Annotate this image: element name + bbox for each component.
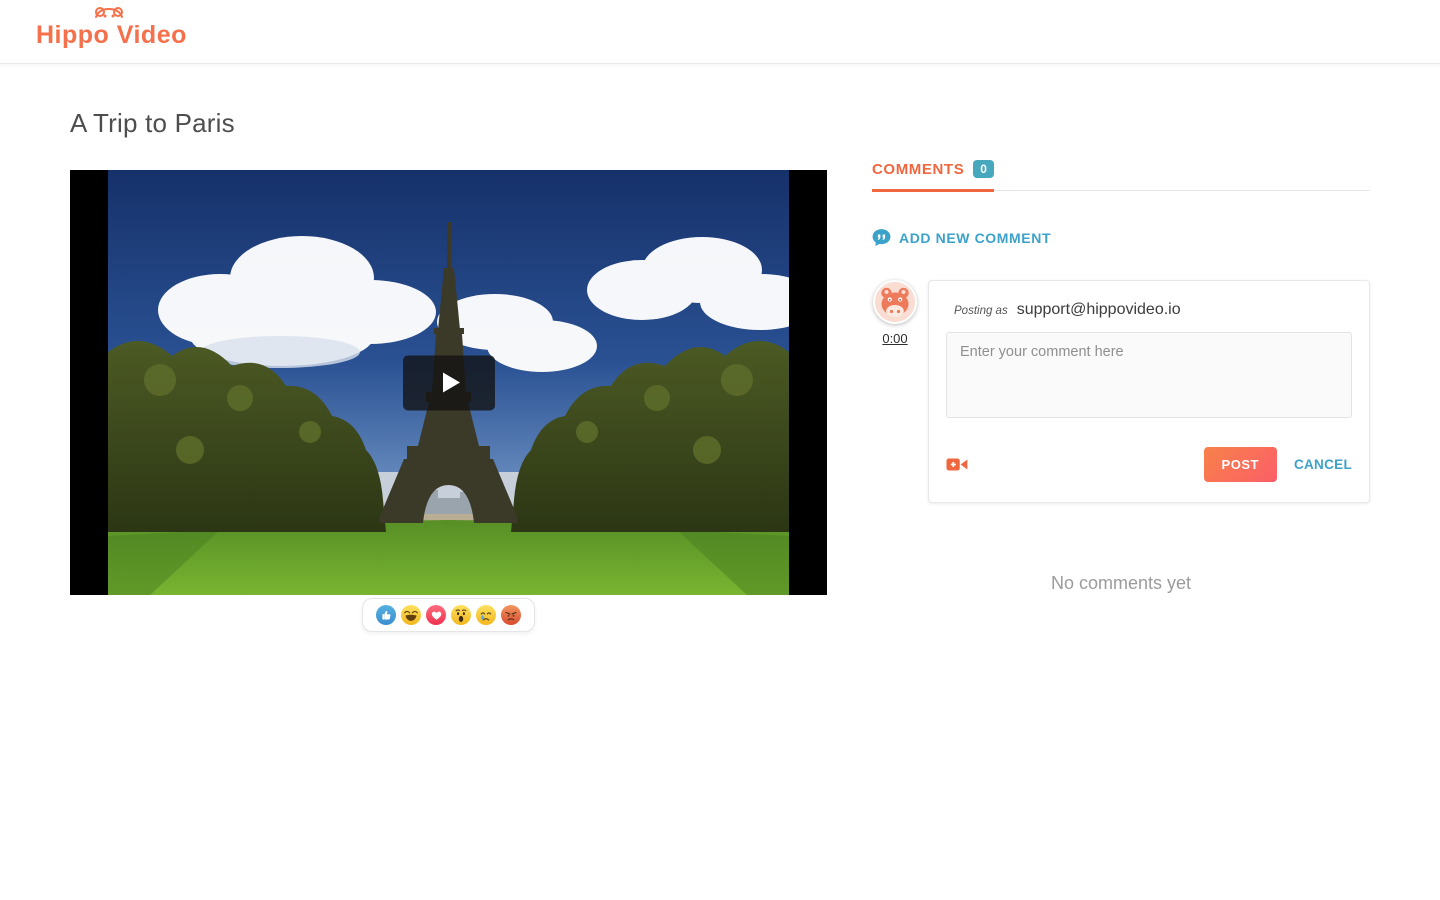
hippo-avatar-icon <box>875 282 915 322</box>
add-new-comment-label: ADD NEW COMMENT <box>899 230 1051 246</box>
play-button[interactable] <box>403 355 495 410</box>
avatar <box>873 280 917 324</box>
hippo-video-logo[interactable]: Hippo Video <box>36 13 187 50</box>
reaction-angry-button[interactable] <box>501 605 521 625</box>
post-button[interactable]: POST <box>1204 447 1277 482</box>
speech-bubble-icon <box>872 228 891 247</box>
reaction-wow-button[interactable] <box>451 605 471 625</box>
posting-as-label: Posting as <box>954 305 1008 317</box>
comment-card-footer: POST CANCEL <box>946 447 1352 482</box>
sad-crying-icon <box>476 605 496 625</box>
tab-comments[interactable]: COMMENTS 0 <box>872 160 994 192</box>
reactions-bar <box>362 598 535 632</box>
video-player[interactable] <box>70 170 827 595</box>
comments-tab-label: COMMENTS <box>872 161 964 178</box>
cancel-button[interactable]: CANCEL <box>1294 457 1352 472</box>
posting-as-email: support@hippovideo.io <box>1017 301 1181 319</box>
comment-card: Posting as support@hippovideo.io P <box>928 280 1370 503</box>
comments-panel: COMMENTS 0 ADD NEW COMMENT <box>872 160 1370 594</box>
play-icon <box>443 373 460 393</box>
posting-as-row: Posting as support@hippovideo.io <box>954 301 1352 319</box>
angry-face-icon <box>501 605 521 625</box>
wow-surprised-icon <box>451 605 471 625</box>
reaction-haha-button[interactable] <box>401 605 421 625</box>
reaction-sad-button[interactable] <box>476 605 496 625</box>
reaction-like-button[interactable] <box>376 605 396 625</box>
no-comments-message: No comments yet <box>872 573 1370 594</box>
hippo-head-icon <box>92 5 126 25</box>
record-video-button[interactable] <box>946 455 968 474</box>
video-column: A Trip to Paris <box>70 64 827 632</box>
logo-text: Hippo Video <box>36 21 187 49</box>
comments-tabs-row: COMMENTS 0 <box>872 160 1370 191</box>
comment-input[interactable] <box>946 332 1352 418</box>
like-thumbs-up-icon <box>376 605 396 625</box>
comment-avatar-column: 0:00 <box>872 280 918 346</box>
app-header: Hippo Video <box>0 0 1440 64</box>
main-content: A Trip to Paris <box>0 64 1440 632</box>
add-new-comment-button[interactable]: ADD NEW COMMENT <box>872 228 1370 247</box>
video-camera-plus-icon <box>946 455 968 474</box>
page-title: A Trip to Paris <box>70 108 827 139</box>
comment-timestamp-link[interactable]: 0:00 <box>882 331 907 346</box>
love-heart-icon <box>426 605 446 625</box>
comment-form: 0:00 Posting as support@hippovideo.io <box>872 280 1370 503</box>
reaction-love-button[interactable] <box>426 605 446 625</box>
comments-count-badge: 0 <box>973 160 994 178</box>
haha-laughing-icon <box>401 605 421 625</box>
